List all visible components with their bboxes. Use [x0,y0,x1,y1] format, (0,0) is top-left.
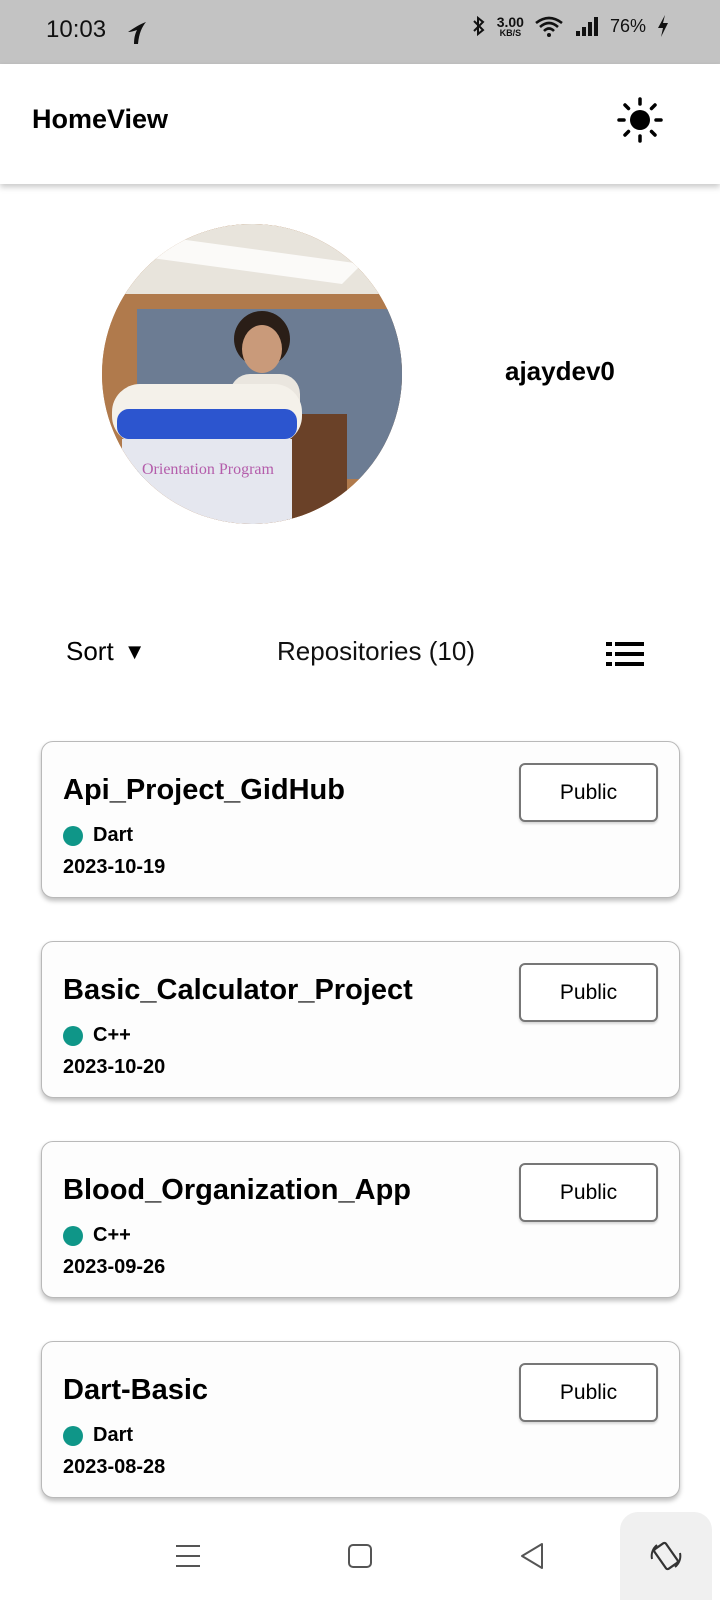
language-dot-icon [63,1025,83,1046]
language-label: Dart [93,1424,134,1446]
repo-name: Dart-Basic [63,1374,209,1406]
net-speed: 3.00 KB/S [497,15,524,38]
repo-card[interactable]: Basic_Calculator_Project C++ 2023-10-20 … [41,941,680,1098]
charging-icon [658,15,668,37]
repo-language: Dart [63,824,133,847]
language-label: Dart [93,824,134,846]
battery-percent: 76% [609,15,646,36]
language-dot-icon [63,825,83,846]
repo-date: 2023-09-26 [63,1256,166,1278]
net-speed-value: 3.00 [496,13,524,30]
language-dot-icon [63,1225,83,1246]
profile-photo: Orientation Program [102,224,402,524]
cell-signal-icon [575,17,598,36]
status-time: 10:03 [46,16,107,43]
repo-date: 2023-10-20 [63,1056,166,1078]
repo-language: C++ [63,1024,131,1047]
home-square-icon [348,1544,372,1568]
net-speed-unit: KB/S [499,27,522,38]
repo-date: 2023-10-19 [63,856,166,878]
back-triangle-icon [521,1543,543,1569]
status-bar: 10:03 3.00 KB/S 76% [0,0,720,64]
repo-name: Blood_Organization_App [63,1174,411,1206]
status-icons: 3.00 KB/S 76% [471,14,670,38]
visibility-button[interactable]: Public [519,763,658,822]
rotate-screen-icon [650,1541,682,1571]
content-area: Orientation Program ajaydev0 Repositorie… [0,184,720,1512]
sort-caret-icon: ▼ [123,638,146,664]
sort-label: Sort [66,636,114,666]
repo-card[interactable]: Api_Project_GidHub Dart 2023-10-19 Publi… [41,741,680,898]
visibility-button[interactable]: Public [519,963,658,1022]
visibility-button[interactable]: Public [519,1163,658,1222]
system-nav-bar [0,1512,720,1600]
app-bar: HomeView [0,64,720,184]
repo-language: C++ [63,1224,131,1247]
visibility-button[interactable]: Public [519,1363,658,1422]
sun-icon [617,97,663,143]
list-view-icon[interactable] [604,636,646,672]
repo-date: 2023-08-28 [63,1456,166,1478]
bluetooth-icon [473,15,485,37]
home-button[interactable] [320,1512,400,1600]
wifi-icon [535,16,563,37]
repo-name: Basic_Calculator_Project [63,974,413,1006]
language-dot-icon [63,1425,83,1446]
repo-card[interactable]: Dart-Basic Dart 2023-08-28 Public [41,1341,680,1498]
language-label: C++ [93,1024,131,1046]
svg-text:Orientation Program: Orientation Program [142,461,275,478]
username: ajaydev0 [505,356,615,386]
repo-name: Api_Project_GidHub [63,774,345,806]
back-button[interactable] [492,1512,572,1600]
page-title: HomeView [32,104,169,134]
menu-icon [176,1545,200,1567]
repo-language: Dart [63,1424,133,1447]
avatar[interactable]: Orientation Program [102,224,402,524]
language-label: C++ [93,1224,131,1246]
sort-button[interactable]: Sort ▼ [66,636,145,667]
carrier-icon [128,22,146,44]
recents-button[interactable] [148,1512,228,1600]
repo-card[interactable]: Blood_Organization_App C++ 2023-09-26 Pu… [41,1141,680,1298]
theme-toggle-button[interactable] [616,96,664,144]
rotate-screen-button[interactable] [620,1512,712,1600]
